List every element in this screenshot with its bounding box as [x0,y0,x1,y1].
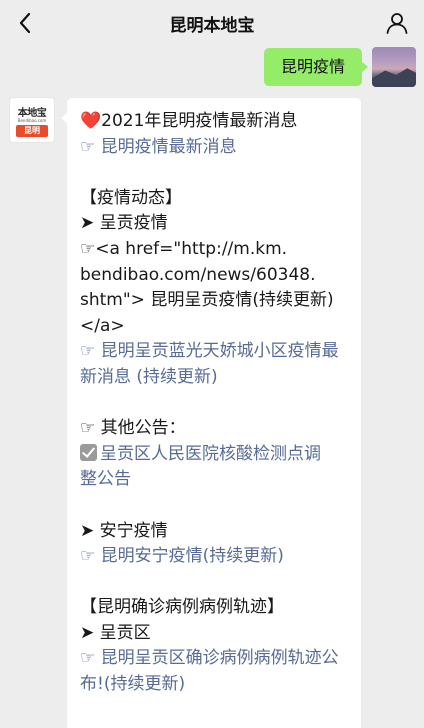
person-icon [386,13,408,34]
profile-button[interactable] [382,8,412,38]
link-tracks-2[interactable]: 布!(持续更新) [80,672,355,698]
raw-html-line-1[interactable]: ☞<a href="http://m.km. [80,237,355,263]
link-latest-news[interactable]: ☞ 昆明疫情最新消息 [80,135,355,161]
subheading-chenggong: ➤ 呈贡疫情 [80,213,168,234]
checkbox-icon [80,443,97,461]
chat-title: 昆明本地宝 [169,16,255,36]
my-avatar[interactable] [372,47,416,87]
logo-text: 本地宝 [17,108,47,119]
link-lanwan-2[interactable]: 新消息 (持续更新) [80,365,355,391]
incoming-message: ❤️2021年昆明疫情最新消息 ☞ 昆明疫情最新消息 【疫情动态】 ➤ 呈贡疫情… [61,98,361,728]
official-account-avatar[interactable]: 本地宝 Bendibao.com 昆明 [9,97,55,143]
chevron-left-icon [19,12,31,34]
heart-icon: ❤️ [80,111,102,131]
raw-html-line-3[interactable]: shtm"> 昆明呈贡疫情(持续更新) [80,288,355,314]
outgoing-message[interactable]: 昆明疫情 [264,48,368,86]
raw-html-line-4: </a> [80,315,125,336]
link-lanwan-1[interactable]: ☞ 昆明呈贡蓝光天娇城小区疫情最 [80,339,355,365]
other-notices-label: ☞ 其他公告： [80,418,186,439]
logo-city: 昆明 [16,125,48,137]
back-button[interactable] [8,6,42,40]
link-tracks-1[interactable]: ☞ 昆明呈贡区确诊病例病例轨迹公 [80,646,355,672]
link-anning[interactable]: ☞ 昆明安宁疫情(持续更新) [80,544,355,570]
link-hospital-notice-1[interactable]: 呈贡区人民医院核酸检测点调 [80,442,355,468]
subheading-anning: ➤ 安宁疫情 [80,520,168,541]
section-heading-dynamics: 【疫情动态】 [80,187,182,208]
logo-url: Bendibao.com [17,118,47,123]
link-hospital-notice-2[interactable]: 整公告 [80,467,355,493]
section-heading-tracks: 【昆明确诊病例病例轨迹】 [80,597,284,618]
navbar: 昆明本地宝 [0,0,424,46]
raw-html-line-2[interactable]: bendibao.com/news/60348. [80,263,355,289]
subheading-chenggong-district: ➤ 呈贡区 [80,622,151,643]
headline: ❤️2021年昆明疫情最新消息 [80,111,298,131]
